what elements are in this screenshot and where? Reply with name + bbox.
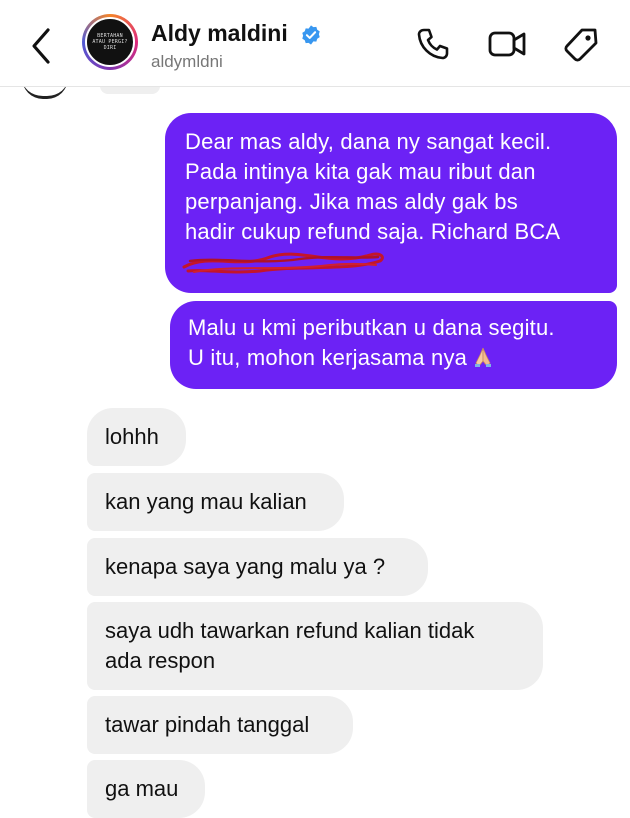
message-line-text: U itu, mohon kerjasama nya	[188, 345, 468, 370]
received-message[interactable]: lohhh	[87, 408, 186, 466]
message-line: tawar pindah tanggal	[105, 712, 310, 737]
avatar-image: BERTAHAN ATAU PERGI? DIRI	[85, 17, 135, 67]
avatar[interactable]: BERTAHAN ATAU PERGI? DIRI	[82, 14, 138, 70]
received-message[interactable]: kan yang mau kalian	[87, 473, 344, 531]
message-line: ada respon	[105, 648, 216, 673]
redaction-scribble	[182, 252, 384, 274]
message-line: hadir cukup refund saja. Richard BCA	[185, 219, 561, 244]
received-message[interactable]: tawar pindah tanggal	[87, 696, 353, 754]
chat-header: BERTAHAN ATAU PERGI? DIRI Aldy maldini a…	[0, 0, 630, 87]
received-message[interactable]: ga mau	[87, 760, 205, 818]
message-line: U itu, mohon kerjasama nya	[188, 343, 603, 373]
folded-hands-emoji	[475, 347, 492, 367]
received-message[interactable]: saya udh tawarkan refund kalian tidak ad…	[87, 602, 543, 690]
phone-icon[interactable]	[415, 26, 451, 62]
verified-badge-icon	[302, 25, 320, 45]
message-line: perpanjang. Jika mas aldy gak bs	[185, 189, 518, 214]
received-message[interactable]: kenapa saya yang malu ya ?	[87, 538, 428, 596]
message-line: kenapa saya yang malu ya ?	[105, 554, 386, 579]
tag-icon[interactable]	[562, 26, 600, 64]
contact-name[interactable]: Aldy maldini	[151, 20, 288, 47]
message-line: saya udh tawarkan refund kalian tidak	[105, 618, 475, 643]
message-line: Dear mas aldy, dana ny sangat kecil.	[185, 129, 552, 154]
chevron-left-icon[interactable]	[26, 26, 56, 66]
message-line: lohhh	[105, 424, 159, 449]
message-line: Malu u kmi peributkan u dana segitu.	[188, 315, 555, 340]
message-line: kan yang mau kalian	[105, 489, 307, 514]
sent-message[interactable]: Malu u kmi peributkan u dana segitu. U i…	[170, 301, 617, 389]
message-line: ga mau	[105, 776, 179, 801]
video-camera-icon[interactable]	[487, 26, 527, 62]
previous-bubble-edge	[100, 86, 160, 94]
contact-username: aldymldni	[151, 52, 223, 71]
avatar-logo-text: BERTAHAN ATAU PERGI? DIRI	[92, 33, 128, 51]
message-line: Pada intinya kita gak mau ribut dan	[185, 159, 536, 184]
